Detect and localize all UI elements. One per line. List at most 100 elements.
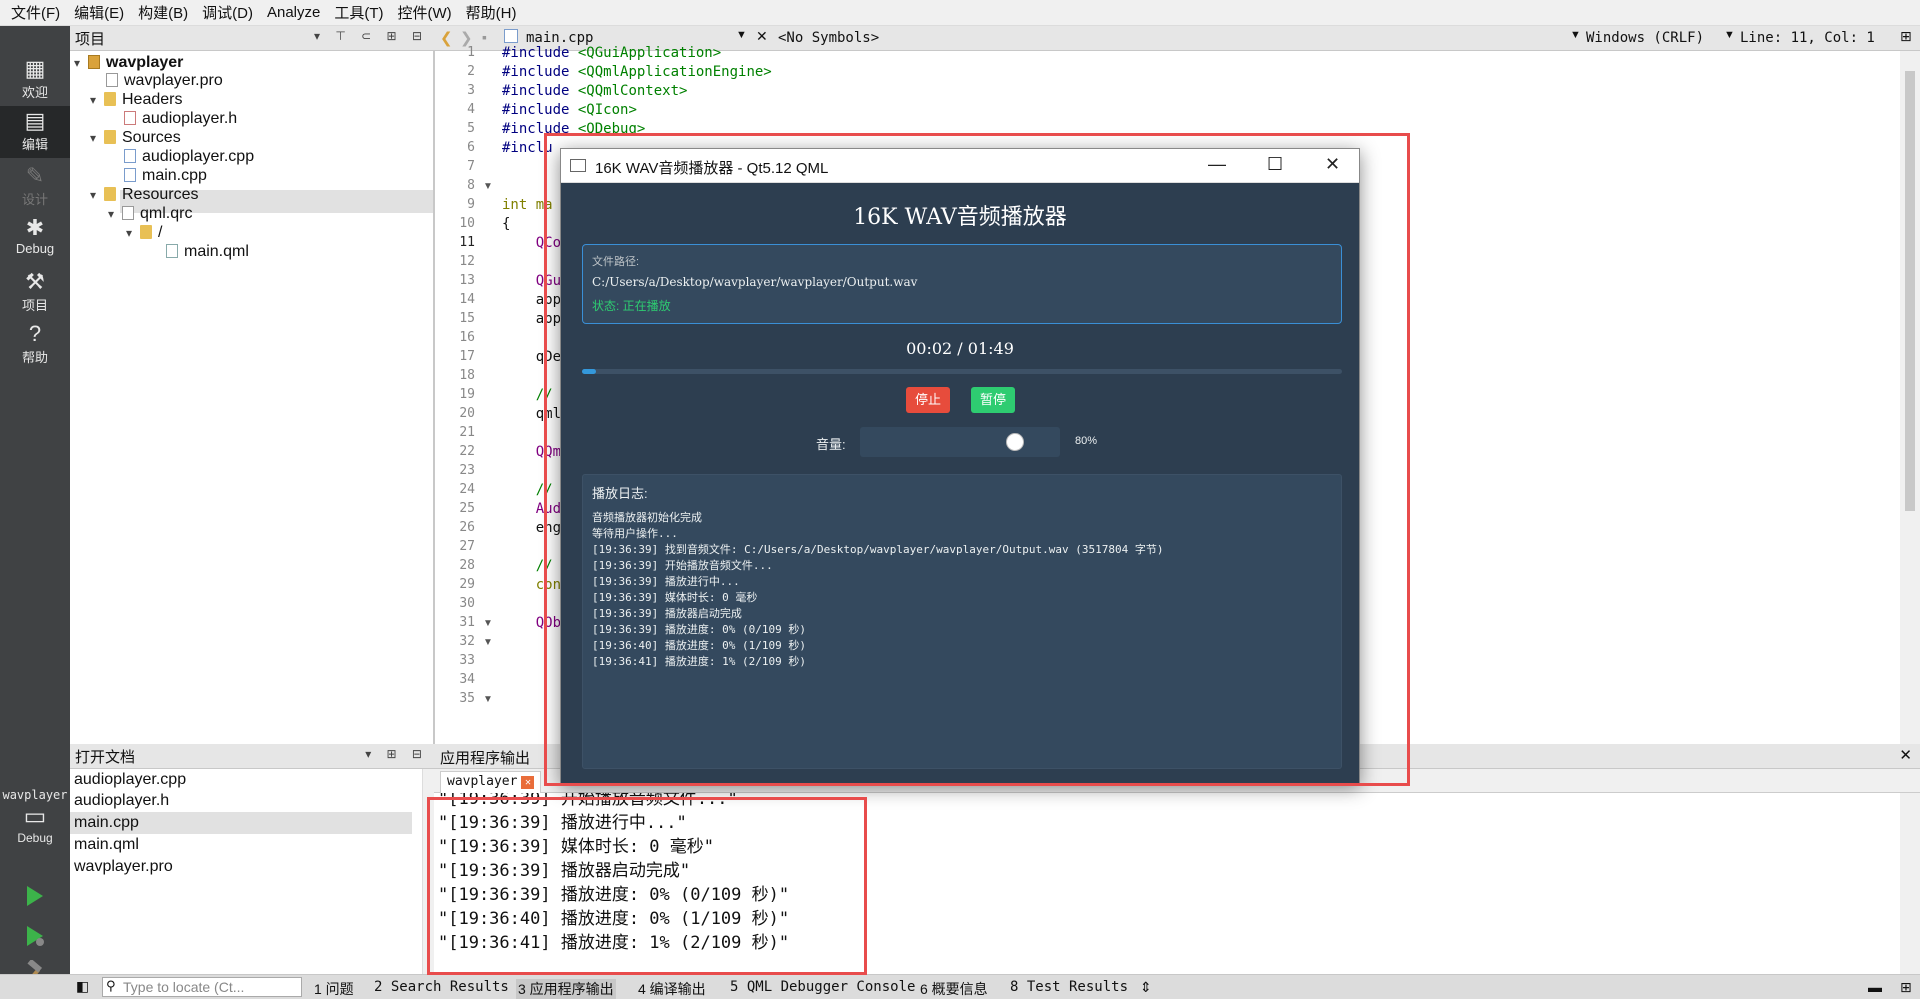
folder-icon — [140, 225, 152, 239]
mode-projects[interactable]: ⚒ 项目 — [0, 267, 70, 319]
status-bar: ◧ Type to locate (Ct... ⚲ 1 问题 2 Search … — [0, 974, 1920, 999]
panel-header-buttons[interactable]: ▾ ⊞ ⊟ — [365, 747, 428, 761]
tree-node-main-qml[interactable]: main.qml — [166, 240, 249, 263]
volume-knob[interactable] — [1005, 433, 1024, 451]
line-number: 24 — [459, 482, 475, 497]
close-icon[interactable]: ✕ — [1325, 154, 1340, 175]
fold-marker-icon[interactable]: ▼ — [483, 181, 493, 192]
progress-bar[interactable] — [582, 369, 1342, 374]
open-doc-item[interactable]: main.qml — [74, 834, 139, 856]
symbols-combo[interactable]: <No Symbols> — [778, 30, 879, 46]
code-line: int ma — [502, 197, 553, 213]
open-docs-header: 打开文档 ▾ ⊞ ⊟ — [70, 744, 434, 769]
menu-edit[interactable]: 编辑(E) — [67, 2, 131, 23]
pause-button[interactable]: 暂停 — [971, 387, 1016, 413]
kit-project: wavplayer — [2, 788, 68, 802]
menu-build[interactable]: 构建(B) — [131, 2, 195, 23]
stop-button[interactable]: 停止 — [906, 387, 951, 413]
app-window: 16K WAV音频播放器 - Qt5.12 QML — ☐ ✕ 16K WAV音… — [560, 148, 1360, 784]
menu-widgets[interactable]: 控件(W) — [391, 2, 459, 23]
tab-application-output[interactable]: 3 应用程序输出 — [516, 979, 616, 999]
editor-scrollbar[interactable] — [1900, 51, 1920, 744]
output-line: "[19:36:40] 播放进度: 0% (1/109 秒)" — [438, 909, 790, 929]
open-doc-item[interactable]: audioplayer.h — [74, 790, 169, 812]
path-label: 文件路径: — [592, 256, 640, 268]
code-line: QCo — [502, 235, 562, 251]
code-line: #inclu — [502, 140, 553, 156]
mode-design[interactable]: ✎ 设计 — [0, 161, 70, 213]
line-ending-combo[interactable]: Windows (CRLF) — [1586, 30, 1704, 46]
tab-issues[interactable]: 1 问题 — [314, 979, 354, 999]
tab-general-messages[interactable]: 6 概要信息 — [920, 979, 988, 999]
edit-icon: ▤ — [24, 108, 46, 133]
maximize-icon[interactable]: ☐ — [1267, 154, 1283, 175]
tab-test-results[interactable]: 8 Test Results — [1010, 979, 1128, 995]
code-line: QOb — [502, 615, 562, 631]
open-doc-item[interactable]: audioplayer.cpp — [74, 769, 186, 791]
line-number: 10 — [459, 216, 475, 231]
line-number: 18 — [459, 368, 475, 383]
open-doc-item[interactable]: main.cpp — [74, 812, 139, 834]
output-tab-wavplayer[interactable]: wavplayer ✕ — [440, 771, 542, 793]
mode-help[interactable]: ? 帮助 — [0, 319, 70, 371]
code-line: qDe — [502, 349, 562, 365]
fold-marker-icon[interactable]: ▼ — [483, 637, 493, 648]
mode-edit[interactable]: ▤ 编辑 — [0, 106, 70, 158]
grid-icon: ▦ — [24, 56, 46, 81]
more-tabs-icon[interactable]: ⇕ — [1140, 979, 1152, 996]
close-icon[interactable]: ✕ — [521, 776, 535, 789]
minimize-icon[interactable]: — — [1208, 154, 1226, 175]
window-icon — [570, 159, 586, 172]
search-icon: ⚲ — [106, 978, 116, 993]
chevron-down-icon[interactable]: ▼ — [736, 29, 747, 41]
open-docs-title: 打开文档 — [75, 748, 136, 766]
code-line: #include <QQmlContext> — [502, 83, 688, 99]
playback-status: 状态: 正在播放 — [592, 299, 671, 313]
output-line: "[19:36:39] 播放器启动完成" — [438, 861, 691, 881]
chevron-down-icon[interactable]: ▼ — [1570, 29, 1581, 41]
run-icon[interactable] — [22, 884, 46, 908]
kit-selector[interactable]: wavplayer ▭ Debug — [0, 788, 70, 880]
volume-slider[interactable] — [860, 427, 1060, 457]
tab-search-results[interactable]: 2 Search Results — [374, 979, 509, 995]
line-number: 16 — [459, 330, 475, 345]
output-scrollbar[interactable] — [1900, 793, 1920, 974]
tab-qml-debugger[interactable]: 5 QML Debugger Console — [730, 979, 915, 995]
sidebar-toggle-icon[interactable]: ◧ — [76, 978, 89, 995]
scrollbar-thumb[interactable] — [1905, 71, 1915, 511]
mode-debug[interactable]: ✱ Debug — [0, 213, 70, 265]
menu-tools[interactable]: 工具(T) — [327, 2, 390, 23]
menu-help[interactable]: 帮助(H) — [459, 2, 524, 23]
split-icon[interactable]: ⊞ — [1900, 28, 1912, 45]
panel-header-buttons[interactable]: ▾ ⊤ ⊂ ⊞ ⊟ — [314, 29, 428, 43]
chevron-down-icon[interactable]: ▼ — [1724, 29, 1735, 41]
locator-input[interactable]: Type to locate (Ct... — [102, 977, 302, 997]
tree-node-qrc-root[interactable]: ▾ / — [126, 221, 162, 244]
cursor-position[interactable]: Line: 11, Col: 1 — [1740, 30, 1875, 46]
log-line: [19:36:40] 播放进度: 0% (1/109 秒) — [592, 639, 806, 652]
tab-compile-output[interactable]: 4 编译输出 — [638, 979, 706, 999]
open-docs-scrollbar[interactable] — [422, 769, 434, 974]
panel-icon[interactable]: ⊞ — [1900, 979, 1912, 996]
line-number: 27 — [459, 539, 475, 554]
line-number: 11 — [459, 235, 475, 250]
application-output[interactable]: "[19:36:39] 开始播放音频文件..." "[19:36:39] 播放进… — [434, 793, 1900, 974]
editor-file-combo[interactable]: main.cpp — [526, 30, 593, 46]
output-pane-title: 应用程序输出 — [440, 750, 531, 767]
close-icon[interactable]: ✕ — [1899, 746, 1912, 764]
line-number: 5 — [467, 121, 475, 136]
close-icon[interactable]: ✕ — [756, 28, 768, 45]
fold-marker-icon[interactable]: ▼ — [483, 618, 493, 629]
progress-toggle-icon[interactable]: ▬ — [1868, 979, 1882, 995]
fold-marker-icon[interactable]: ▼ — [483, 694, 493, 705]
log-line: [19:36:39] 媒体时长: 0 毫秒 — [592, 591, 758, 604]
menu-file[interactable]: 文件(F) — [4, 2, 67, 23]
volume-label: 音量: — [816, 437, 846, 452]
menu-debug[interactable]: 调试(D) — [195, 2, 260, 23]
menu-analyze[interactable]: Analyze — [260, 4, 327, 21]
code-line: con — [502, 577, 562, 593]
code-line: Aud — [502, 501, 562, 517]
open-doc-item[interactable]: wavplayer.pro — [74, 856, 173, 878]
debug-run-icon[interactable] — [22, 924, 46, 948]
mode-welcome[interactable]: ▦ 欢迎 — [0, 54, 70, 106]
